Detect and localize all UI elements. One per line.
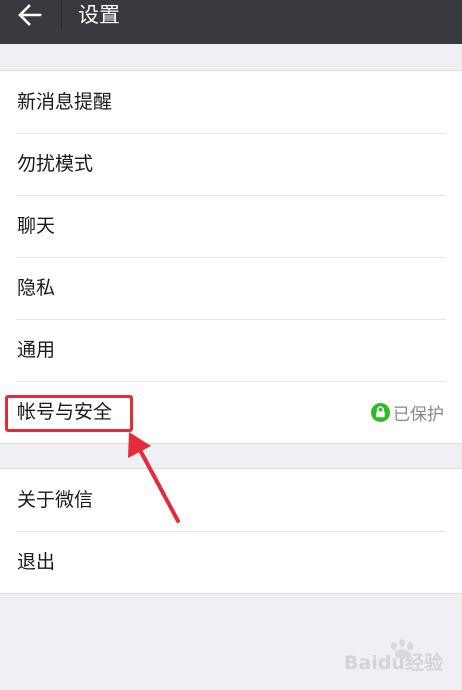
settings-item-general[interactable]: 通用	[0, 319, 462, 381]
status-text: 已保护	[393, 404, 444, 425]
settings-item-label: 帐号与安全	[17, 401, 113, 423]
settings-item-new-message-alerts[interactable]: 新消息提醒	[0, 71, 462, 133]
page-title: 设置	[78, 3, 120, 27]
header-divider	[61, 0, 62, 30]
settings-item-do-not-disturb[interactable]: 勿扰模式	[0, 133, 462, 195]
lock-icon	[371, 402, 390, 422]
arrow-left-icon	[18, 4, 42, 26]
settings-item-about-wechat[interactable]: 关于微信	[0, 469, 462, 531]
settings-group-main: 新消息提醒 勿扰模式 聊天 隐私 通用 帐号与安全 已保护	[0, 70, 462, 444]
settings-item-chat[interactable]: 聊天	[0, 195, 462, 257]
settings-group-secondary: 关于微信 退出	[0, 468, 462, 594]
settings-item-label: 通用	[17, 339, 56, 361]
settings-item-label: 隐私	[17, 277, 56, 299]
settings-item-label: 聊天	[17, 215, 56, 237]
top-bar: 设置	[0, 0, 462, 44]
settings-item-label: 新消息提醒	[17, 91, 113, 113]
back-button[interactable]	[12, 0, 48, 30]
account-protected-status: 已保护	[371, 381, 444, 443]
settings-item-label: 勿扰模式	[17, 153, 94, 175]
settings-item-account-security[interactable]: 帐号与安全 已保护	[0, 381, 462, 443]
baidu-watermark: Baidu经验	[344, 636, 456, 676]
settings-item-label: 退出	[17, 551, 56, 573]
settings-item-label: 关于微信	[17, 489, 94, 511]
settings-item-logout[interactable]: 退出	[0, 531, 462, 593]
settings-item-privacy[interactable]: 隐私	[0, 257, 462, 319]
watermark-text: Baidu经验	[344, 652, 443, 674]
